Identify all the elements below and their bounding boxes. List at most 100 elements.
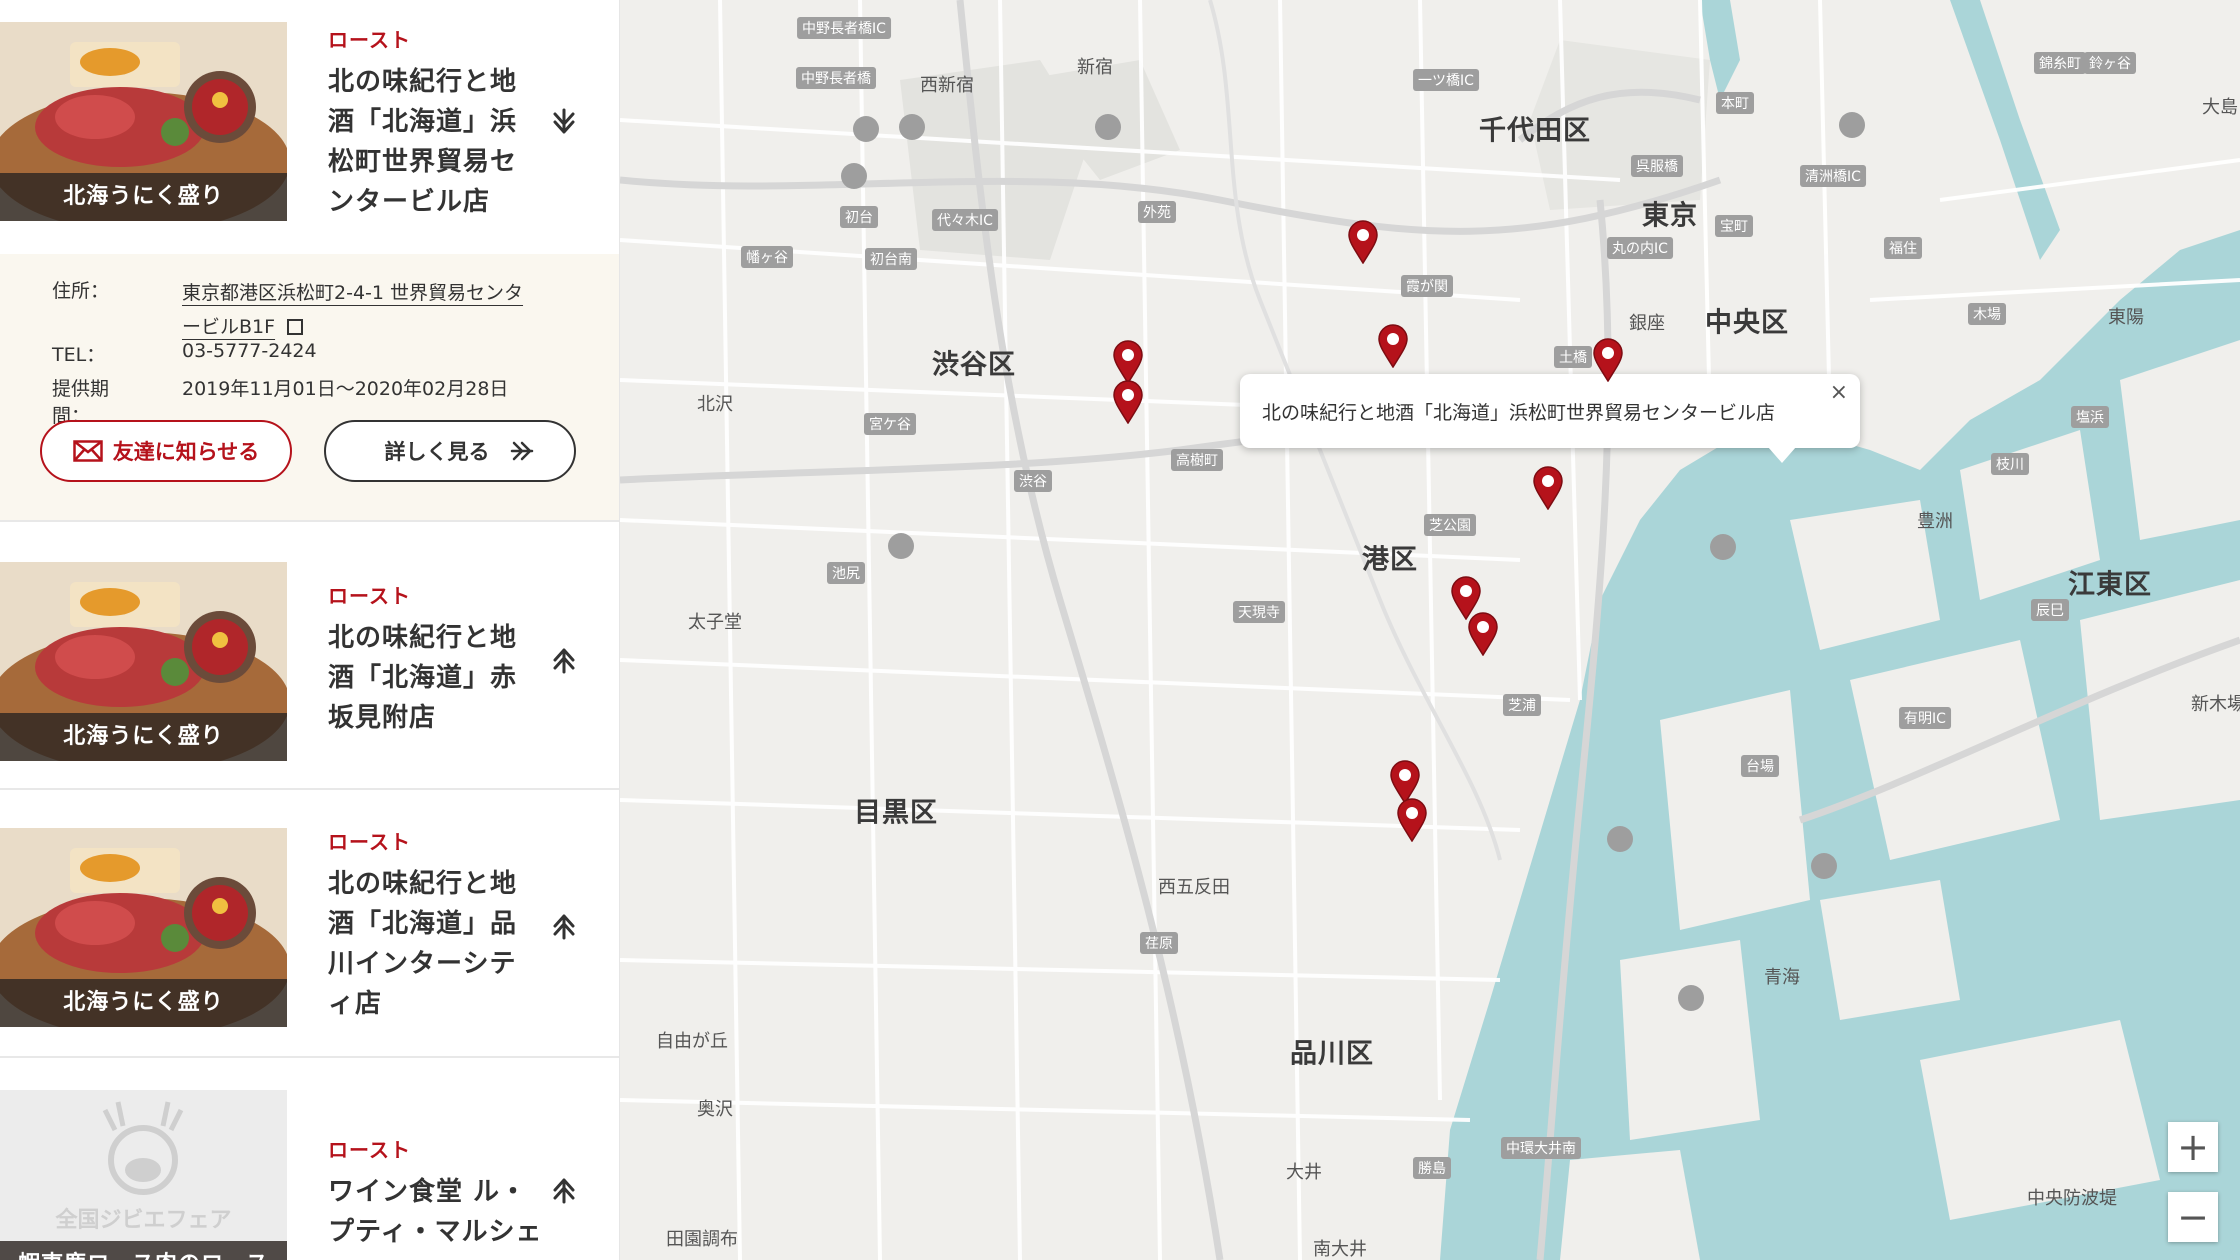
road-label: 勝島 bbox=[1413, 1157, 1451, 1179]
store-name-line: 北の味紀行と地 bbox=[328, 623, 518, 653]
road-label: 初台南 bbox=[865, 248, 917, 270]
place-label: 北沢 bbox=[697, 394, 733, 415]
route-shield-icon bbox=[1095, 114, 1121, 140]
route-shield-icon bbox=[899, 114, 925, 140]
road-label: 錦糸町 bbox=[2034, 52, 2086, 74]
store-name[interactable]: ワイン食堂 ル・ プティ・マルシェ bbox=[328, 1172, 558, 1252]
road-label: 枝川 bbox=[1991, 453, 2029, 475]
view-details-button[interactable]: 詳しく見る bbox=[324, 420, 576, 482]
tel-value: 03-5777-2424 bbox=[182, 340, 317, 362]
place-label: 田園調布 bbox=[666, 1229, 738, 1250]
store-card: 北海うにく盛り ロースト 北の味紀行と地 酒「北海道」品 川インターシテ ィ店 bbox=[0, 790, 619, 1058]
double-arrow-right-icon bbox=[510, 441, 533, 461]
place-label: 南大井 bbox=[1313, 1239, 1367, 1260]
road-label: 清洲橋IC bbox=[1800, 165, 1866, 187]
image-caption: 北海うにく盛り bbox=[0, 979, 287, 1027]
road-label: 本町 bbox=[1716, 92, 1754, 114]
place-label: 銀座 bbox=[1629, 313, 1665, 334]
store-name-line: ィ店 bbox=[328, 989, 383, 1019]
image-caption: 北海うにく盛り bbox=[0, 173, 287, 221]
address-line[interactable]: ービルB1F bbox=[182, 316, 275, 338]
road-label: 福住 bbox=[1884, 237, 1922, 259]
store-name-line: 川インターシテ bbox=[328, 949, 517, 979]
info-window-title: 北の味紀行と地酒「北海道」浜松町世界貿易センタービル店 bbox=[1262, 401, 1776, 424]
share-button-label: 友達に知らせる bbox=[112, 440, 260, 464]
store-map-pin-icon[interactable] bbox=[1347, 220, 1379, 265]
store-list-sidebar: 北海うにく盛り ロースト 北の味紀行と地 酒「北海道」浜 松町世界貿易セ ンター… bbox=[0, 0, 620, 1260]
expand-chevron-up-icon[interactable] bbox=[548, 910, 580, 942]
ward-label: 中央区 bbox=[1705, 307, 1789, 339]
placeholder-logo-text: 全国ジビエフェア bbox=[55, 1207, 232, 1233]
share-with-friends-button[interactable]: 友達に知らせる bbox=[40, 420, 292, 482]
food-image[interactable]: 北海うにく盛り bbox=[0, 828, 287, 1027]
food-image[interactable]: 北海うにく盛り bbox=[0, 562, 287, 761]
route-shield-icon bbox=[853, 116, 879, 142]
ward-label: 江東区 bbox=[2068, 569, 2152, 601]
address-line[interactable]: 東京都港区浜松町2-4-1 世界貿易センタ bbox=[182, 282, 523, 304]
image-caption: 蝦夷鹿ロース肉のロース bbox=[0, 1241, 287, 1260]
road-label: 丸の内IC bbox=[1607, 237, 1673, 259]
place-label: 自由が丘 bbox=[656, 1031, 728, 1052]
route-shield-icon bbox=[1811, 853, 1837, 879]
mail-icon bbox=[72, 440, 103, 462]
store-name-line: 松町世界貿易セ bbox=[328, 147, 518, 177]
food-image[interactable]: 北海うにく盛り bbox=[0, 22, 287, 221]
road-label: 塩浜 bbox=[2071, 406, 2109, 428]
place-label: 青海 bbox=[1764, 967, 1800, 988]
store-name[interactable]: 北の味紀行と地 酒「北海道」赤 坂見附店 bbox=[328, 618, 538, 738]
expand-chevron-up-icon[interactable] bbox=[548, 644, 580, 676]
ward-label: 東京 bbox=[1642, 200, 1698, 232]
store-map-pin-icon[interactable] bbox=[1467, 612, 1499, 657]
road-label: 木場 bbox=[1968, 303, 2006, 325]
food-image-placeholder[interactable]: 全国ジビエフェア 蝦夷鹿ロース肉のロース bbox=[0, 1090, 287, 1260]
road-label: 天現寺 bbox=[1233, 601, 1285, 623]
ward-label: 渋谷区 bbox=[932, 349, 1016, 381]
road-label: 中野長者橋IC bbox=[797, 17, 891, 39]
external-link-icon[interactable] bbox=[287, 319, 304, 335]
route-shield-icon bbox=[1607, 826, 1633, 852]
store-map-pin-icon[interactable] bbox=[1112, 340, 1144, 385]
store-name[interactable]: 北の味紀行と地 酒「北海道」品 川インターシテ ィ店 bbox=[328, 864, 538, 1024]
road-label: 荏原 bbox=[1140, 932, 1178, 954]
address-link[interactable]: 東京都港区浜松町2-4-1 世界貿易センタ ービルB1F bbox=[182, 276, 572, 344]
zoom-out-button[interactable]: − bbox=[2168, 1192, 2218, 1242]
zoom-in-button[interactable]: + bbox=[2168, 1122, 2218, 1172]
store-card: 北海うにく盛り ロースト 北の味紀行と地 酒「北海道」浜 松町世界貿易セ ンター… bbox=[0, 0, 619, 254]
store-name-line: 酒「北海道」浜 bbox=[328, 107, 518, 137]
selected-store-map-pin-icon[interactable] bbox=[1532, 466, 1564, 511]
road-label: 代々木IC bbox=[932, 209, 998, 231]
place-label: 新宿 bbox=[1077, 57, 1113, 78]
road-label: 鈴ヶ谷 bbox=[2084, 52, 2136, 74]
map-view[interactable]: 千代田区 東京 中央区 渋谷区 港区 江東区 目黒区 品川区 新宿 西新宿 北沢… bbox=[620, 0, 2240, 1260]
road-label: 中野長者橋 bbox=[796, 67, 876, 89]
tel-label: TEL： bbox=[52, 344, 106, 366]
road-label: 台場 bbox=[1741, 755, 1779, 777]
store-card: 全国ジビエフェア 蝦夷鹿ロース肉のロース ロースト ワイン食堂 ル・ プティ・マ… bbox=[0, 1058, 619, 1260]
category-label: ロースト bbox=[328, 830, 411, 854]
category-label: ロースト bbox=[328, 584, 411, 608]
route-shield-icon bbox=[841, 163, 867, 189]
place-label: 大島 bbox=[2202, 97, 2238, 118]
expand-chevron-up-icon[interactable] bbox=[548, 1174, 580, 1206]
road-label: 宝町 bbox=[1715, 215, 1753, 237]
close-icon[interactable]: × bbox=[1830, 380, 1848, 405]
store-name[interactable]: 北の味紀行と地 酒「北海道」浜 松町世界貿易セ ンタービル店 bbox=[328, 62, 538, 222]
place-label: 中央防波堤 bbox=[2027, 1188, 2117, 1209]
place-label: 豊洲 bbox=[1917, 511, 1953, 532]
collapse-chevron-down-icon[interactable] bbox=[548, 106, 580, 138]
place-label: 東陽 bbox=[2108, 307, 2144, 328]
place-label: 新木場 bbox=[2191, 694, 2240, 715]
store-map-pin-icon[interactable] bbox=[1112, 380, 1144, 425]
place-label: 大井 bbox=[1286, 1162, 1322, 1183]
store-name-line: ンタービル店 bbox=[328, 187, 491, 217]
road-label: 霞が関 bbox=[1401, 275, 1453, 297]
store-map-pin-icon[interactable] bbox=[1377, 324, 1409, 369]
store-name-line: 北の味紀行と地 bbox=[328, 869, 518, 899]
store-map-pin-icon[interactable] bbox=[1396, 798, 1428, 843]
road-label: 幡ヶ谷 bbox=[741, 246, 793, 268]
address-label: 住所： bbox=[52, 280, 110, 302]
road-label: 有明IC bbox=[1899, 707, 1951, 729]
store-map-pin-icon[interactable] bbox=[1592, 338, 1624, 383]
category-label: ロースト bbox=[328, 1138, 411, 1162]
place-label: 太子堂 bbox=[688, 612, 742, 633]
